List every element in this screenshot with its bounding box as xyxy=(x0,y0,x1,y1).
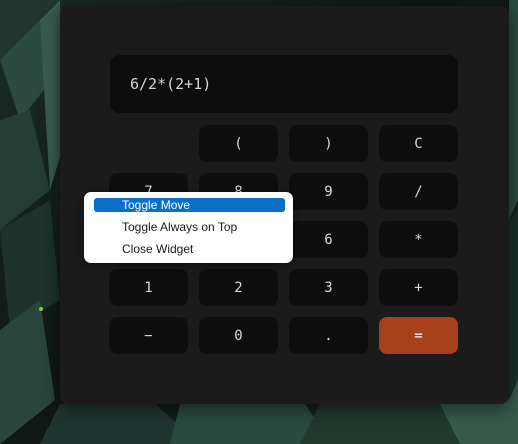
one-key[interactable]: 1 xyxy=(109,269,188,306)
toggle-move-menu-item[interactable]: Toggle Move xyxy=(94,198,285,212)
open-paren-key[interactable]: ( xyxy=(199,125,278,162)
multiply-key[interactable]: * xyxy=(379,221,458,258)
calculator-display: 6/2*(2+1) xyxy=(110,55,458,113)
minus-key[interactable]: − xyxy=(109,317,188,354)
zero-key[interactable]: 0 xyxy=(199,317,278,354)
clear-key[interactable]: C xyxy=(379,125,458,162)
two-key[interactable]: 2 xyxy=(199,269,278,306)
divide-key[interactable]: / xyxy=(379,173,458,210)
toggle-always-on-top-menu-item[interactable]: Toggle Always on Top xyxy=(94,220,285,234)
six-key[interactable]: 6 xyxy=(289,221,368,258)
context-menu: Toggle Move Toggle Always on Top Close W… xyxy=(84,192,293,263)
expression-text: 6/2*(2+1) xyxy=(130,75,212,93)
equals-key[interactable]: = xyxy=(379,317,458,354)
decimal-key[interactable]: . xyxy=(289,317,368,354)
three-key[interactable]: 3 xyxy=(289,269,368,306)
close-widget-menu-item[interactable]: Close Widget xyxy=(94,242,285,256)
plus-key[interactable]: + xyxy=(379,269,458,306)
nine-key[interactable]: 9 xyxy=(289,173,368,210)
close-paren-key[interactable]: ) xyxy=(289,125,368,162)
